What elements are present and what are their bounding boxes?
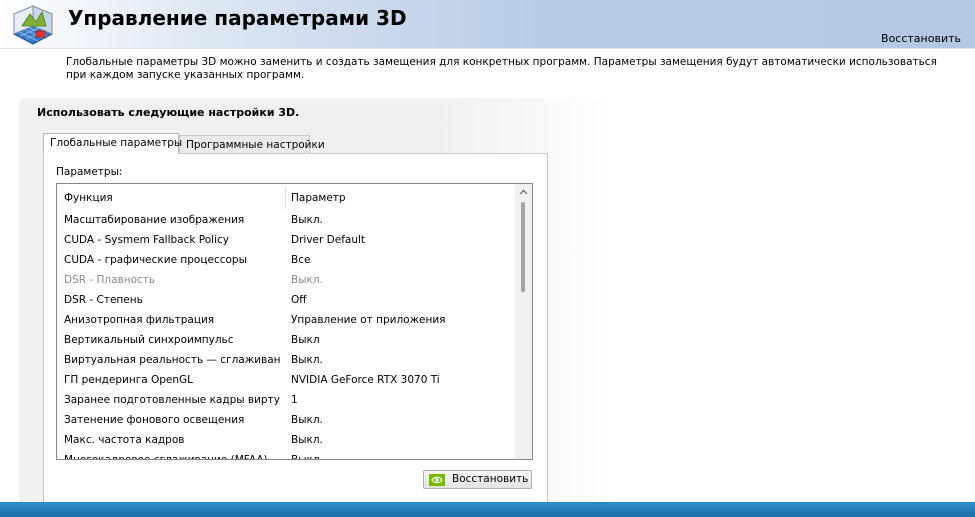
nvidia-logo-icon xyxy=(429,474,445,486)
row-value[interactable]: Выкл. xyxy=(291,450,511,459)
tab-global-settings[interactable]: Глобальные параметры xyxy=(43,133,182,154)
row-function: Макс. частота кадров xyxy=(64,434,185,446)
restore-button-label: Восстановить xyxy=(452,473,529,485)
table-row[interactable]: Анизотропная фильтрация Управление от при… xyxy=(57,310,515,330)
table-row[interactable]: Макс. частота кадров Выкл. xyxy=(57,430,515,450)
table-row[interactable]: Виртуальная реальность — сглаживан... Вык… xyxy=(57,350,515,370)
row-function: Вертикальный синхроимпульс xyxy=(64,334,234,346)
vertical-scrollbar[interactable] xyxy=(515,184,532,459)
table-row[interactable]: Вертикальный синхроимпульс Выкл xyxy=(57,330,515,350)
row-value[interactable]: Выкл. xyxy=(291,430,511,450)
row-value[interactable]: Выкл. xyxy=(291,410,511,430)
row-function: ГП рендеринга OpenGL xyxy=(64,374,194,386)
row-function: CUDA - Sysmem Fallback Policy xyxy=(64,234,230,246)
row-function: Анизотропная фильтрация xyxy=(64,314,215,326)
row-value[interactable]: Off xyxy=(291,290,511,310)
table-row[interactable]: Масштабирование изображения Выкл. xyxy=(57,210,515,230)
page-header: Управление параметрами 3D Восстановить xyxy=(0,0,975,48)
page-description: Глобальные параметры 3D можно заменить и… xyxy=(66,56,937,81)
column-header-function[interactable]: Функция xyxy=(64,184,113,210)
settings-grid[interactable]: Функция Параметр Масштабирование изображ… xyxy=(56,183,533,460)
scroll-up-arrow-icon[interactable] xyxy=(515,184,532,201)
page-title: Управление параметрами 3D xyxy=(68,6,407,30)
nvidia-3d-settings-icon xyxy=(12,5,54,45)
row-function: Затенение фонового освещения xyxy=(64,414,245,426)
column-header-parameter[interactable]: Параметр xyxy=(291,184,346,210)
table-row[interactable]: ГП рендеринга OpenGL NVIDIA GeForce RTX 3… xyxy=(57,370,515,390)
restore-link[interactable]: Восстановить xyxy=(881,32,961,45)
table-row[interactable]: CUDA - Sysmem Fallback Policy Driver Defa… xyxy=(57,230,515,250)
row-value[interactable]: Выкл. xyxy=(291,210,511,230)
row-value[interactable]: 1 xyxy=(291,390,511,410)
taskbar xyxy=(0,502,975,517)
row-value[interactable]: Управление от приложения xyxy=(291,310,511,330)
params-label: Параметры: xyxy=(56,166,123,178)
row-value[interactable]: Driver Default xyxy=(291,230,511,250)
row-function: DSR - Степень xyxy=(64,294,143,306)
column-separator[interactable] xyxy=(285,187,286,209)
table-row[interactable]: CUDA - графические процессоры Все xyxy=(57,250,515,270)
scrollbar-thumb[interactable] xyxy=(521,202,525,292)
table-row: DSR - Плавность Выкл. xyxy=(57,270,515,290)
row-value[interactable]: NVIDIA GeForce RTX 3070 Ti xyxy=(291,370,511,390)
row-function: Заранее подготовленные кадры вирту... xyxy=(64,394,280,406)
row-function: CUDA - графические процессоры xyxy=(64,254,247,266)
table-row[interactable]: Затенение фонового освещения Выкл. xyxy=(57,410,515,430)
row-value[interactable]: Все xyxy=(291,250,511,270)
row-value[interactable]: Выкл xyxy=(291,330,511,350)
table-row[interactable]: Многокадровое сглаживание (MFAA) Выкл. xyxy=(57,450,515,460)
table-row[interactable]: Заранее подготовленные кадры вирту... 1 xyxy=(57,390,515,410)
restore-button[interactable]: Восстановить xyxy=(423,470,532,489)
row-function: Многокадровое сглаживание (MFAA) xyxy=(64,454,268,460)
row-value: Выкл. xyxy=(291,274,323,286)
row-function: Масштабирование изображения xyxy=(64,214,245,226)
row-function: Виртуальная реальность — сглаживан... xyxy=(64,354,280,366)
row-value[interactable]: Выкл. xyxy=(291,350,511,370)
row-function: DSR - Плавность xyxy=(64,274,156,286)
section-heading: Использовать следующие настройки 3D. xyxy=(37,106,300,119)
header-divider xyxy=(0,48,975,49)
table-row[interactable]: DSR - Степень Off xyxy=(57,290,515,310)
tab-program-settings[interactable]: Программные настройки xyxy=(179,135,325,154)
